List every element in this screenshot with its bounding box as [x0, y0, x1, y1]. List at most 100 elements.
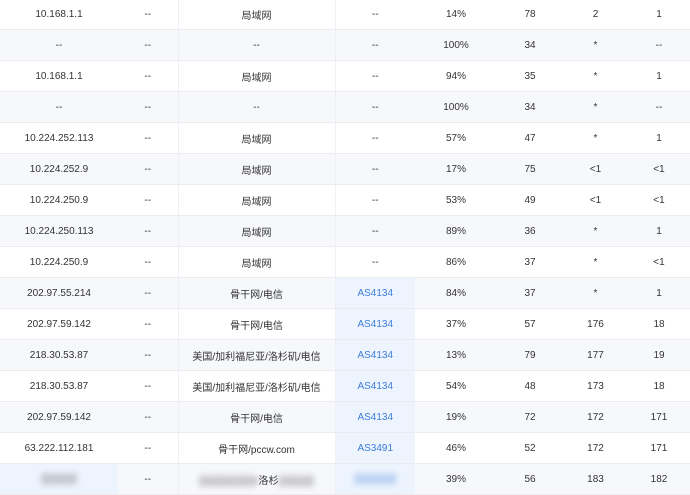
hop-worst-cell: -- [628, 29, 690, 61]
hop-ip-cell: 10.168.1.1 [0, 0, 118, 30]
hop-worst-cell: 18 [628, 308, 690, 340]
hop-location-cell: 局域网 [177, 60, 335, 92]
hop-worst-cell: 171 [628, 401, 690, 433]
hop-asn-cell: AS4134 [334, 339, 415, 371]
hop-asn-cell: -- [334, 29, 415, 61]
hop-sent-cell: 79 [497, 339, 563, 371]
hop-asn-cell: -- [334, 91, 415, 123]
hop-hostname-cell: -- [118, 308, 178, 340]
hop-location-cell: 局域网 [177, 184, 335, 216]
table-row: 218.30.53.87 -- 美国/加利福尼亚/洛杉矶/电信 AS4134 13% 79… [0, 339, 690, 371]
hop-sent-cell: 78 [497, 0, 563, 30]
hop-location-cell: 美国/加利福尼亚/洛杉矶/电信 [177, 370, 335, 402]
hop-best-cell: * [563, 91, 628, 123]
hop-location-cell: 局域网 [177, 153, 335, 185]
hop-ip-cell: 10.168.1.1 [0, 60, 118, 92]
table-row: 10.168.1.1 -- 局域网 -- 94% 35 * 1 [0, 60, 690, 92]
table-row: 10.224.252.9 -- 局域网 -- 17% 75 <1 <1 [0, 153, 690, 185]
hop-loss-cell: 14% [415, 0, 497, 30]
traceroute-table-body: 10.168.1.1 -- 局域网 -- 14% 78 2 1 -- -- -- -- 100% 34 * -… [0, 0, 690, 495]
hop-best-cell: * [563, 277, 628, 309]
table-row: 202.97.59.142 -- 骨干网/电信 AS4134 19% 72 172 171 [0, 401, 690, 433]
hop-worst-cell: <1 [628, 184, 690, 216]
hop-location-cell: -- [177, 29, 335, 61]
hop-hostname-cell: -- [118, 246, 178, 278]
hop-asn-cell: -- [334, 153, 415, 185]
hop-worst-cell: 1 [628, 277, 690, 309]
hop-sent-cell: 37 [497, 246, 563, 278]
hop-worst-cell: 171 [628, 432, 690, 464]
asn-link[interactable]: AS4134 [357, 412, 393, 423]
hop-asn-cell: -- [334, 122, 415, 154]
hop-loss-cell: 37% [415, 308, 497, 340]
hop-sent-cell: 48 [497, 370, 563, 402]
hop-sent-cell: 37 [497, 277, 563, 309]
table-row: -- -- -- -- 100% 34 * -- [0, 29, 690, 61]
hop-hostname-cell: -- [118, 60, 178, 92]
hop-hostname-cell: -- [118, 29, 178, 61]
hop-hostname-cell: -- [118, 153, 178, 185]
hop-location-cell: 骨干网/电信 [177, 308, 335, 340]
hop-location-text: 洛杉 [258, 475, 279, 487]
hop-best-cell: * [563, 29, 628, 61]
hop-best-cell: * [563, 122, 628, 154]
table-row: -- -- -- -- 100% 34 * -- [0, 91, 690, 123]
hop-location-cell: 骨干网/pccw.com [177, 432, 335, 464]
hop-ip-cell: 10.224.252.9 [0, 153, 118, 185]
hop-best-cell: 177 [563, 339, 628, 371]
hop-sent-cell: 75 [497, 153, 563, 185]
hop-loss-cell: 86% [415, 246, 497, 278]
hop-location-cell: -- [177, 91, 335, 123]
hop-location-cell: 局域网 [177, 246, 335, 278]
asn-link[interactable]: AS4134 [357, 319, 393, 330]
hop-best-cell: <1 [563, 153, 628, 185]
hop-sent-cell: 57 [497, 308, 563, 340]
hop-worst-cell: <1 [628, 153, 690, 185]
hop-ip-cell: 218.30.53.87 [0, 370, 118, 402]
hop-worst-cell: 1 [628, 215, 690, 247]
hop-asn-cell: -- [334, 0, 415, 30]
hop-ip-cell: -- [0, 91, 118, 123]
hop-ip-cell: 10.224.252.113 [0, 122, 118, 154]
asn-link[interactable]: AS4134 [357, 350, 393, 361]
hop-loss-cell: 100% [415, 91, 497, 123]
hop-ip-cell: 202.97.59.142 [0, 401, 118, 433]
hop-loss-cell: 54% [415, 370, 497, 402]
hop-loss-cell: 100% [415, 29, 497, 61]
hop-location-cell: 骨干网/电信 [177, 277, 335, 309]
hop-asn-cell: AS4134 [334, 401, 415, 433]
hop-hostname-cell: -- [118, 91, 178, 123]
hop-asn-cell: -- [334, 184, 415, 216]
hop-sent-cell: 49 [497, 184, 563, 216]
table-row: 10.224.252.113 -- 局域网 -- 57% 47 * 1 [0, 122, 690, 154]
hop-location-cell: 骨干网/电信 [177, 401, 335, 433]
hop-best-cell: <1 [563, 184, 628, 216]
hop-hostname-cell: -- [118, 401, 178, 433]
hop-loss-cell: 53% [415, 184, 497, 216]
hop-sent-cell: 34 [497, 29, 563, 61]
hop-loss-cell: 46% [415, 432, 497, 464]
hop-loss-cell: 13% [415, 339, 497, 371]
hop-location-cell: 局域网 [177, 215, 335, 247]
hop-loss-cell: 19% [415, 401, 497, 433]
hop-ip-cell: 10.224.250.113 [0, 215, 118, 247]
hop-worst-cell: 18 [628, 370, 690, 402]
table-row: 10.224.250.113 -- 局域网 -- 89% 36 * 1 [0, 215, 690, 247]
hop-ip-cell: 218.30.53.87 [0, 339, 118, 371]
asn-link[interactable]: AS4134 [357, 288, 393, 299]
table-row: 202.97.55.214 -- 骨干网/电信 AS4134 84% 37 * 1 [0, 277, 690, 309]
asn-link[interactable]: AS3491 [357, 443, 393, 454]
hop-location-cell: 美国/加利福尼亚/洛杉矶/电信 [177, 339, 335, 371]
traceroute-table: 10.168.1.1 -- 局域网 -- 14% 78 2 1 -- -- -- -- 100% 34 * -… [0, 0, 690, 495]
hop-loss-cell: 17% [415, 153, 497, 185]
hop-best-cell: 176 [563, 308, 628, 340]
hop-asn-cell: AS3491 [334, 432, 415, 464]
hop-ip-cell: 202.97.55.214 [0, 277, 118, 309]
hop-asn-cell: -- [334, 246, 415, 278]
hop-hostname-cell: -- [118, 370, 178, 402]
hop-worst-cell: -- [628, 91, 690, 123]
hop-sent-cell: 34 [497, 91, 563, 123]
hop-hostname-cell: -- [118, 0, 178, 30]
asn-link[interactable]: AS4134 [357, 381, 393, 392]
hop-best-cell: 2 [563, 0, 628, 30]
